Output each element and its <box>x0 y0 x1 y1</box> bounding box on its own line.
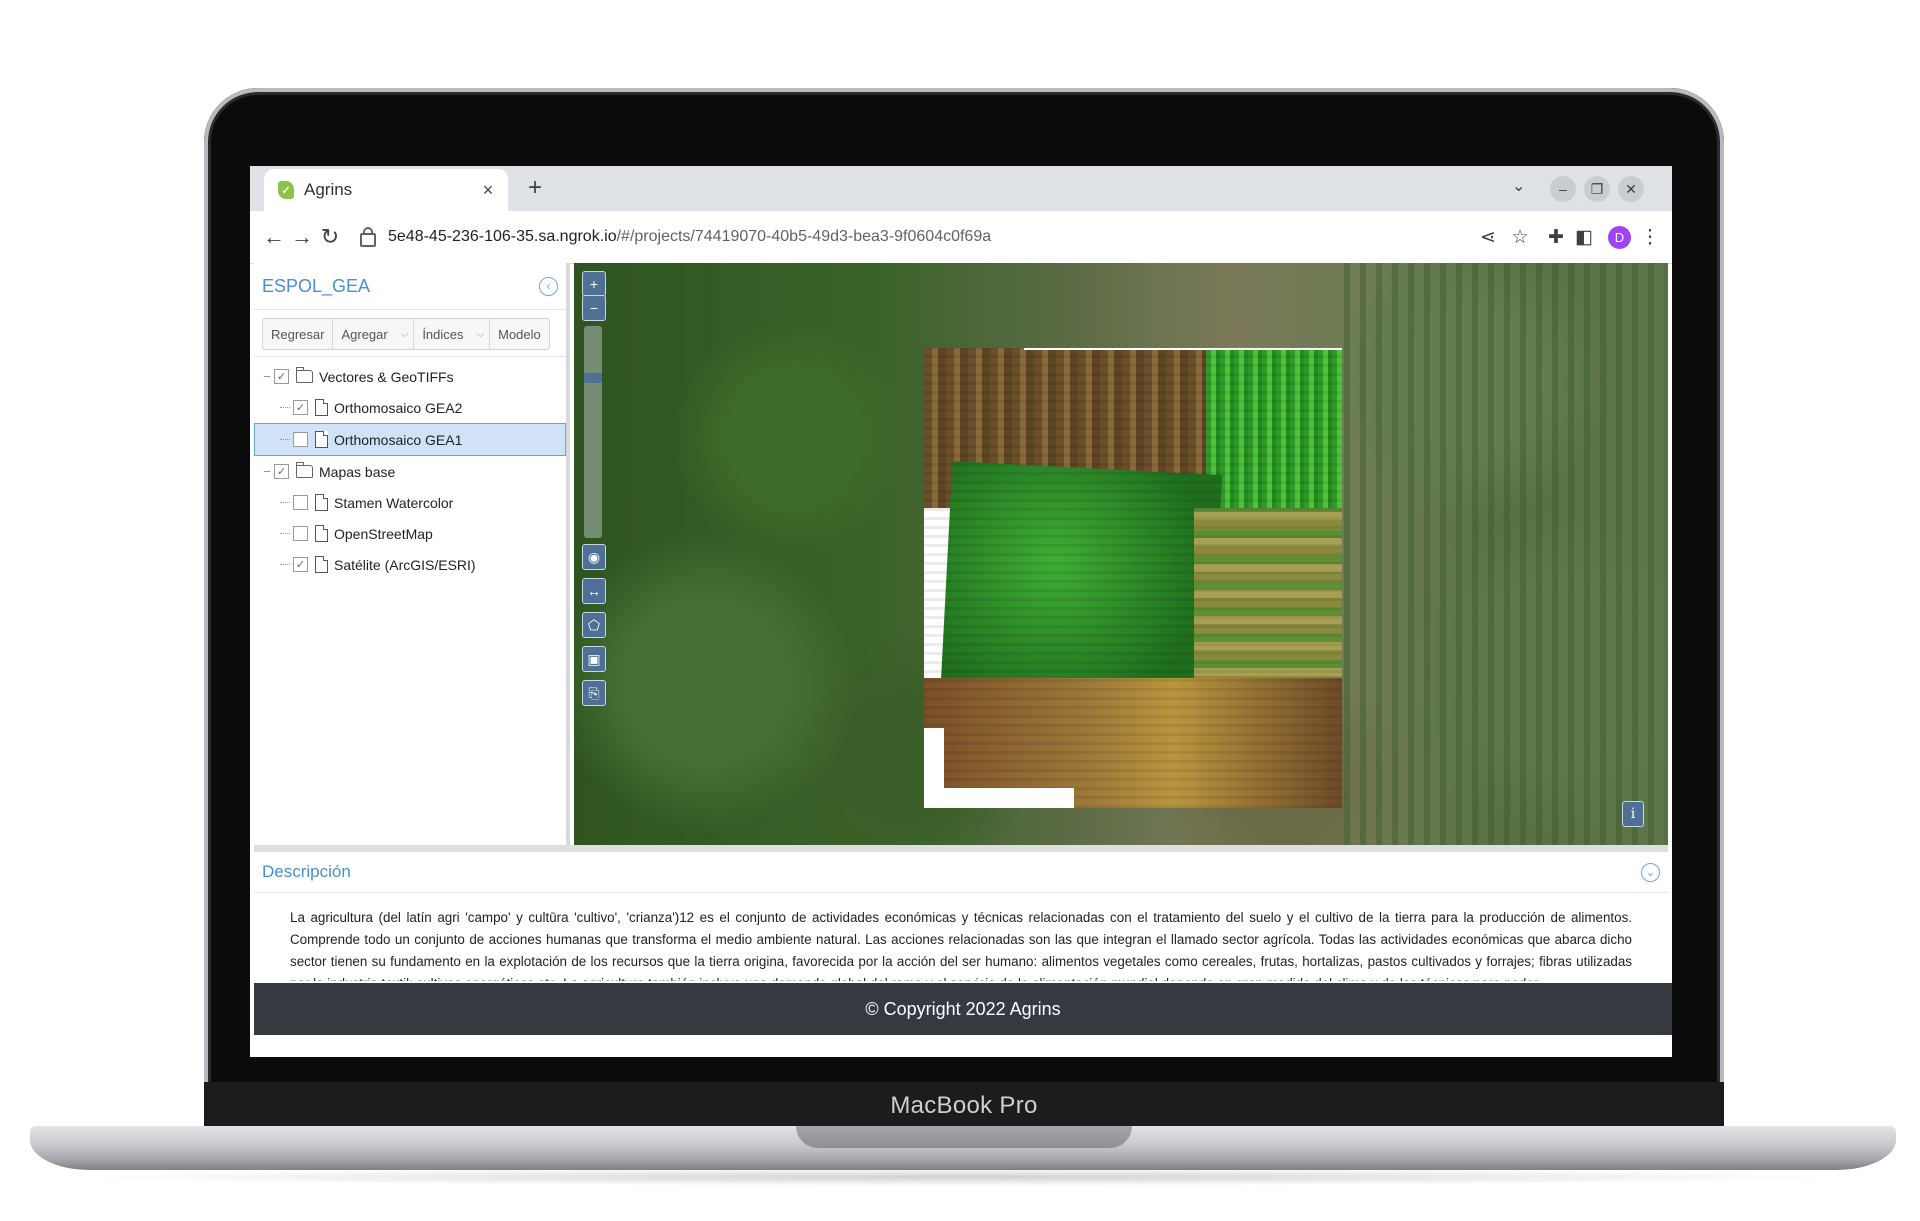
description-title: Descripción <box>262 862 351 881</box>
description-header: Descripción ⌄ <box>254 852 1668 893</box>
bookmark-star-icon[interactable]: ☆ <box>1506 223 1534 251</box>
zoom-out-button[interactable]: − <box>582 295 606 321</box>
tree-item-stamen-watercolor[interactable]: Stamen Watercolor <box>254 487 566 518</box>
back-arrow-icon[interactable]: ← <box>260 223 288 251</box>
map-view[interactable]: + − ◉ ↔ ⬠ ▣ ⎘ i <box>574 263 1668 845</box>
lock-icon <box>360 227 376 247</box>
folder-icon <box>296 462 313 478</box>
add-dropdown-chevron-icon[interactable]: ⌵ <box>396 319 415 349</box>
file-icon <box>315 525 328 542</box>
project-title: ESPOL_GEA <box>262 275 371 296</box>
layer-tree: − ✓ Vectores & GeoTIFFs ✓ Orthomosaico G… <box>254 356 566 580</box>
save-icon[interactable]: ▣ <box>582 646 606 672</box>
layer-checkbox[interactable] <box>293 432 308 447</box>
tree-connector <box>280 439 290 440</box>
indices-button[interactable]: Índices <box>414 319 471 349</box>
folder-icon <box>296 367 313 383</box>
tab-bar: ✓ Agrins × + ⌄ – ❐ ✕ <box>250 166 1672 211</box>
indices-dropdown-chevron-icon[interactable]: ⌵ <box>472 319 491 349</box>
tree-item-orthomosaico-gea1[interactable]: Orthomosaico GEA1 <box>254 423 566 456</box>
file-icon <box>315 431 328 448</box>
description-panel: Descripción ⌄ La agricultura (del latín … <box>254 852 1668 983</box>
file-icon <box>315 556 328 573</box>
file-icon <box>315 399 328 416</box>
side-panel-icon[interactable]: ◧ <box>1570 223 1598 251</box>
device-label: MacBook Pro <box>204 1082 1724 1130</box>
new-tab-button[interactable]: + <box>520 174 550 202</box>
kebab-menu-icon[interactable]: ⋮ <box>1636 223 1664 251</box>
layer-checkbox[interactable]: ✓ <box>274 369 289 384</box>
tree-connector <box>280 502 290 503</box>
minimize-icon[interactable]: – <box>1550 176 1576 202</box>
forward-arrow-icon[interactable]: → <box>288 223 316 251</box>
panel-header: ESPOL_GEA ‹ <box>254 263 566 310</box>
tree-label: OpenStreetMap <box>334 525 433 542</box>
tree-folder-mapas-base[interactable]: − ✓ Mapas base <box>254 456 566 487</box>
tree-label: Orthomosaico GEA2 <box>334 399 463 416</box>
layer-checkbox[interactable]: ✓ <box>274 464 289 479</box>
zoom-slider-track[interactable] <box>584 326 602 538</box>
layer-checkbox[interactable]: ✓ <box>293 400 308 415</box>
extensions-puzzle-icon[interactable]: ✚ <box>1542 223 1570 251</box>
laptop-notch <box>796 1126 1132 1148</box>
tree-label: Satélite (ArcGIS/ESRI) <box>334 556 476 573</box>
rotate-icon[interactable]: ◉ <box>582 544 606 570</box>
tree-item-openstreetmap[interactable]: OpenStreetMap <box>254 518 566 549</box>
info-button[interactable]: i <box>1622 801 1644 827</box>
share-icon[interactable]: ⋖ <box>1474 223 1502 251</box>
close-window-icon[interactable]: ✕ <box>1618 176 1644 202</box>
tree-folder-vectores[interactable]: − ✓ Vectores & GeoTIFFs <box>254 361 566 392</box>
layer-checkbox[interactable]: ✓ <box>293 557 308 572</box>
url-host: 5e48-45-236-106-35.sa.ngrok.io <box>388 228 617 245</box>
file-icon <box>315 494 328 511</box>
tab-agrins[interactable]: ✓ Agrins × <box>264 169 508 211</box>
reload-icon[interactable]: ↻ <box>316 223 344 251</box>
tree-label: Vectores & GeoTIFFs <box>319 368 454 385</box>
restore-icon[interactable]: ❐ <box>1584 176 1610 202</box>
url-field[interactable]: 5e48-45-236-106-35.sa.ngrok.io/#/project… <box>360 220 1460 254</box>
laptop-shadow <box>60 1168 1860 1186</box>
back-button[interactable]: Regresar <box>263 319 334 349</box>
measure-distance-icon[interactable]: ↔ <box>582 578 606 604</box>
collapse-toggle-icon[interactable]: − <box>260 464 274 479</box>
tab-title: Agrins <box>304 180 353 199</box>
layers-panel: ESPOL_GEA ‹ Regresar Agregar ⌵ Índices ⌵… <box>254 263 570 845</box>
tree-connector <box>280 564 290 565</box>
url-path: /#/projects/74419070-40b5-49d3-bea3-9f06… <box>616 228 992 245</box>
orthomosaic-layer <box>924 348 1342 808</box>
tree-label: Orthomosaico GEA1 <box>334 431 463 448</box>
tree-item-satelite[interactable]: ✓ Satélite (ArcGIS/ESRI) <box>254 549 566 580</box>
tab-close-icon[interactable]: × <box>476 180 500 201</box>
draw-polygon-icon[interactable]: ⬠ <box>582 612 606 638</box>
model-button[interactable]: Modelo <box>490 319 549 349</box>
add-button[interactable]: Agregar <box>333 319 395 349</box>
zoom-slider-thumb[interactable] <box>584 373 602 383</box>
export-document-icon[interactable]: ⎘ <box>582 680 606 706</box>
tree-label: Mapas base <box>319 463 396 480</box>
collapse-toggle-icon[interactable]: − <box>260 369 274 384</box>
description-text: La agricultura (del latín agri 'campo' y… <box>290 910 1632 981</box>
tab-search-chevron-icon[interactable]: ⌄ <box>1512 176 1525 196</box>
layers-toolbar: Regresar Agregar ⌵ Índices ⌵ Modelo <box>262 318 550 350</box>
browser-window: ✓ Agrins × + ⌄ – ❐ ✕ ← → ↻ 5e48-45-236-1… <box>250 166 1672 1057</box>
copyright-text: © Copyright 2022 Agrins <box>865 998 1061 1019</box>
tree-connector <box>280 407 290 408</box>
collapse-left-icon[interactable]: ‹ <box>539 276 558 296</box>
panel-resize-handle[interactable] <box>254 845 1668 852</box>
footer: © Copyright 2022 Agrins <box>254 983 1672 1035</box>
tree-label: Stamen Watercolor <box>334 494 454 511</box>
collapse-down-icon[interactable]: ⌄ <box>1641 862 1660 882</box>
address-bar: ← → ↻ 5e48-45-236-106-35.sa.ngrok.io/#/p… <box>250 211 1672 264</box>
layer-checkbox[interactable] <box>293 526 308 541</box>
agrins-favicon-icon: ✓ <box>278 181 294 199</box>
zoom-in-button[interactable]: + <box>582 271 606 297</box>
layer-checkbox[interactable] <box>293 495 308 510</box>
profile-avatar[interactable]: D <box>1608 226 1631 249</box>
tree-connector <box>280 533 290 534</box>
tree-item-orthomosaico-gea2[interactable]: ✓ Orthomosaico GEA2 <box>254 392 566 423</box>
satellite-field-strip <box>1344 263 1664 845</box>
